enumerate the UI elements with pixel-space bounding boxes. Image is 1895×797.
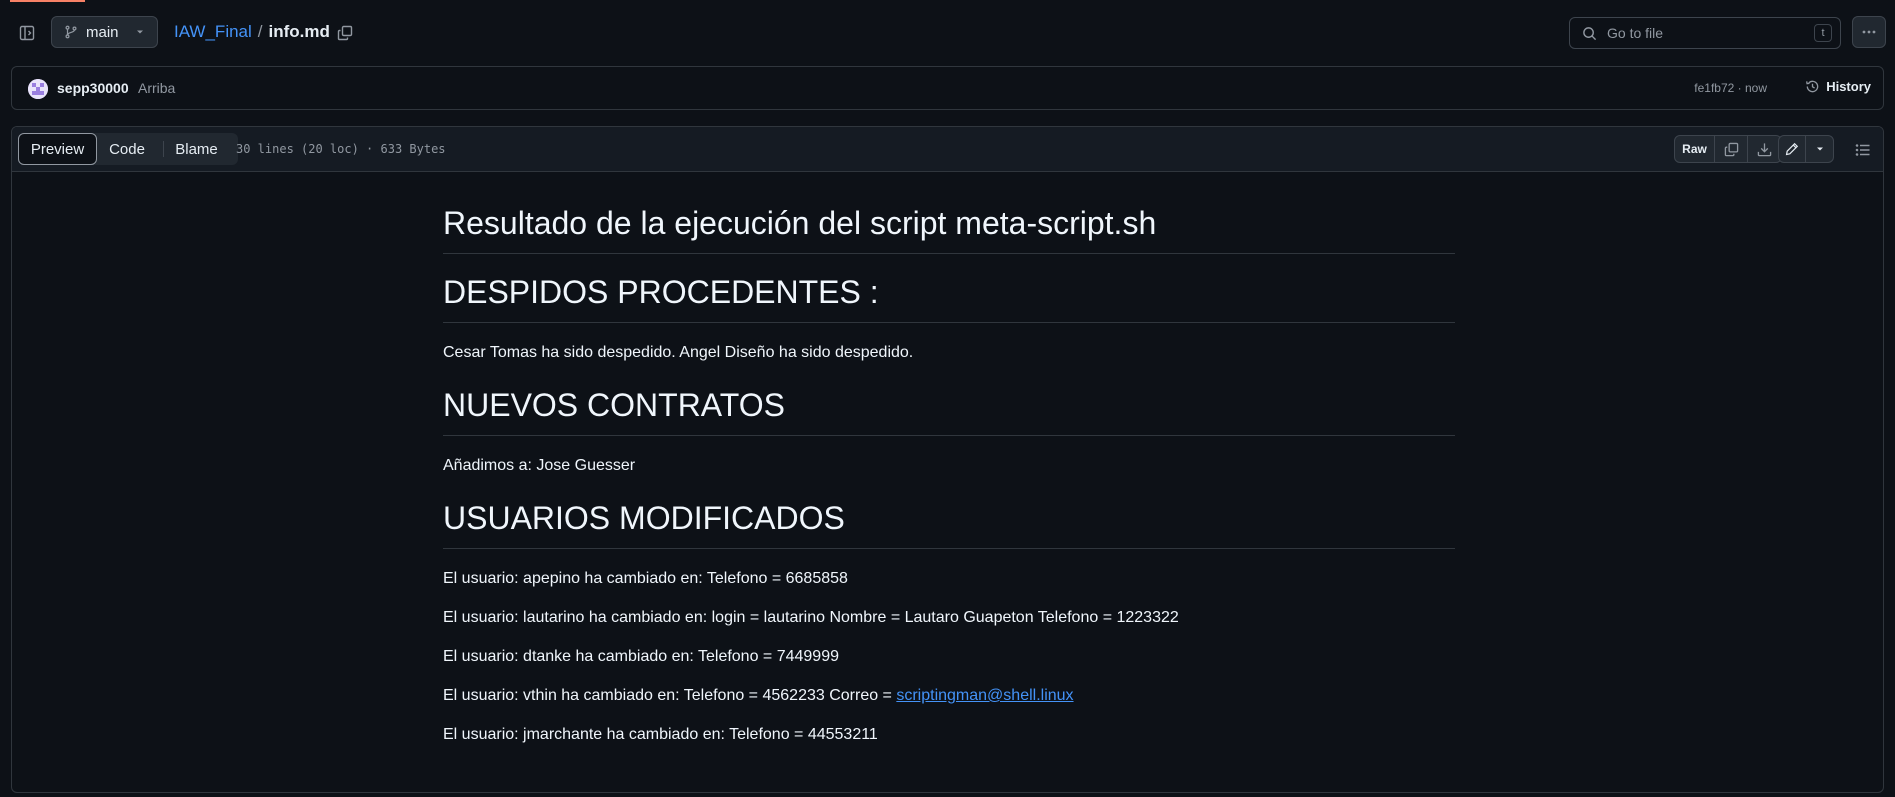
- paragraph-contratos: Añadimos a: Jose Guesser: [443, 457, 636, 474]
- paragraph-usuario-1: El usuario: apepino ha cambiado en: Tele…: [443, 570, 848, 587]
- download-button[interactable]: [1748, 136, 1781, 162]
- go-to-file-placeholder: Go to file: [1607, 25, 1664, 41]
- edit-actions-group: [1778, 135, 1834, 163]
- file-viewer: Preview Code Blame 30 lines (20 loc) · 6…: [11, 126, 1884, 793]
- commit-sha-time[interactable]: fe1fb72 · now: [1694, 81, 1767, 95]
- list-unordered-icon: [1855, 142, 1871, 158]
- history-icon: [1805, 79, 1820, 94]
- heading-usuarios: USUARIOS MODIFICADOS: [443, 498, 1455, 549]
- breadcrumb-separator: /: [257, 22, 263, 41]
- file-navigation-bar: main IAW_Final / info.md Go to file t: [0, 0, 1895, 64]
- kebab-horizontal-icon: [1861, 24, 1877, 40]
- heading-despidos: DESPIDOS PROCEDENTES :: [443, 272, 1455, 323]
- git-branch-icon: [64, 25, 78, 39]
- usuario-4-text: El usuario: vthin ha cambiado en: Telefo…: [443, 687, 897, 704]
- edit-file-button[interactable]: [1779, 136, 1807, 162]
- caret-down-icon: [135, 27, 145, 37]
- avatar[interactable]: [28, 79, 48, 99]
- paragraph-usuario-3: El usuario: dtanke ha cambiado en: Telef…: [443, 648, 839, 665]
- edit-dropdown-button[interactable]: [1806, 136, 1833, 162]
- outline-button[interactable]: [1849, 137, 1877, 163]
- branch-name: main: [86, 23, 119, 41]
- branch-selector-button[interactable]: main: [51, 16, 158, 48]
- sidebar-toggle-icon[interactable]: [14, 20, 40, 46]
- download-icon: [1757, 142, 1772, 157]
- commit-author-link[interactable]: sepp30000: [57, 80, 129, 96]
- paragraph-usuario-2: El usuario: lautarino ha cambiado en: lo…: [443, 609, 1179, 626]
- search-icon: [1582, 26, 1597, 41]
- paragraph-usuario-4: El usuario: vthin ha cambiado en: Telefo…: [443, 684, 1455, 708]
- keyboard-shortcut-hint: t: [1814, 24, 1832, 42]
- triangle-down-icon: [1815, 144, 1825, 154]
- paragraph-despidos: Cesar Tomas ha sido despedido. Angel Dis…: [443, 344, 914, 361]
- more-options-button[interactable]: [1852, 16, 1886, 48]
- breadcrumb-file-name: info.md: [268, 22, 330, 41]
- tab-blame[interactable]: Blame: [163, 141, 229, 158]
- breadcrumb-repo-link[interactable]: IAW_Final: [174, 22, 252, 42]
- paragraph-usuario-5: El usuario: jmarchante ha cambiado en: T…: [443, 726, 878, 743]
- copy-path-icon[interactable]: [332, 20, 358, 46]
- markdown-body: Resultado de la ejecución del script met…: [443, 172, 1455, 747]
- latest-commit-bar: sepp30000 Arriba fe1fb72 · now History: [11, 66, 1884, 110]
- file-actions-group: Raw: [1674, 135, 1782, 163]
- pencil-icon: [1785, 142, 1799, 156]
- tab-code[interactable]: Code: [97, 133, 157, 165]
- history-button[interactable]: History: [1805, 79, 1871, 94]
- copy-icon: [1724, 142, 1739, 157]
- heading-title: Resultado de la ejecución del script met…: [443, 172, 1455, 254]
- history-label: History: [1826, 79, 1871, 94]
- heading-contratos: NUEVOS CONTRATOS: [443, 385, 1455, 436]
- email-link[interactable]: scriptingman@shell.linux: [896, 687, 1073, 704]
- tab-preview[interactable]: Preview: [18, 133, 97, 165]
- raw-button[interactable]: Raw: [1675, 136, 1715, 162]
- view-mode-segmented-control: Preview Code Blame: [18, 133, 238, 165]
- file-stats: 30 lines (20 loc) · 633 Bytes: [236, 142, 446, 156]
- file-header: Preview Code Blame 30 lines (20 loc) · 6…: [12, 127, 1883, 172]
- copy-raw-button[interactable]: [1715, 136, 1748, 162]
- breadcrumb: IAW_Final / info.md: [174, 22, 330, 42]
- commit-message-link[interactable]: Arriba: [138, 80, 175, 96]
- go-to-file-input[interactable]: Go to file t: [1569, 17, 1841, 49]
